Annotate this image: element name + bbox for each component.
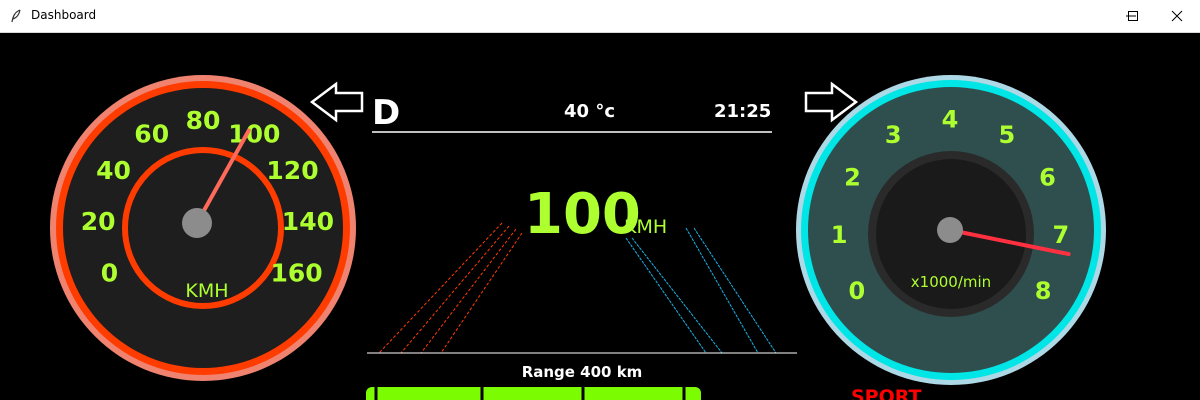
- close-icon: [1171, 10, 1183, 22]
- maximize-icon: [1128, 11, 1138, 21]
- drive-mode: SPORT: [851, 386, 922, 400]
- tachometer-tick-label: 1: [831, 221, 848, 249]
- left-lane-lines: [378, 222, 523, 354]
- tachometer-tick-label: 5: [998, 121, 1015, 149]
- right-lane-lines: [625, 227, 777, 354]
- dashboard-canvas: 0 20 40 60 80 100 120 140 160 KMH D 40 °c 21:25 …: [6, 33, 1194, 400]
- speedometer-tick-label: 160: [271, 259, 323, 288]
- dashboard-svg: 0204060 80 100120140160 KMH D 40 °c 21:25 …: [50, 75, 1106, 400]
- speedometer-tick-label: 60: [134, 119, 169, 148]
- window-title: Dashboard: [31, 8, 97, 22]
- time-readout: 21:25: [714, 101, 771, 122]
- feather-icon: [11, 9, 21, 23]
- left-arrow-icon: [309, 81, 364, 123]
- tachometer-tick-label: 7: [1053, 221, 1070, 249]
- speedometer-tick-label: 140: [282, 207, 334, 236]
- gear-indicator: D: [372, 93, 400, 133]
- speedometer-unit: KMH: [185, 280, 228, 302]
- tachometer-tick-label: 3: [885, 121, 902, 149]
- battery-bar: [366, 387, 701, 400]
- speedometer-tick-label: 100: [228, 119, 280, 148]
- tachometer-tick-label: 0: [849, 277, 866, 305]
- maximize-button[interactable]: [1110, 0, 1156, 32]
- digital-speed-unit: KMH: [624, 216, 667, 238]
- tachometer-unit: x1000/min: [911, 273, 991, 291]
- tachometer-hub: [937, 217, 963, 243]
- range-readout: Range 400 km: [522, 363, 643, 381]
- temperature-readout: 40 °c: [564, 101, 615, 122]
- close-button[interactable]: [1154, 0, 1200, 32]
- speedometer-tick-label: 120: [266, 156, 318, 185]
- speedometer-tick-label: 0: [101, 259, 118, 288]
- tachometer-tick-label: 8: [1035, 277, 1052, 305]
- speedometer-hub: [182, 208, 212, 238]
- tachometer: 01 23 4 56 78 x1000/min: [796, 75, 1106, 385]
- battery-fill: [366, 387, 701, 400]
- tachometer-tick-label: 2: [844, 164, 861, 192]
- speedometer-tick-label: 20: [81, 207, 116, 236]
- speedometer-tick-label: 40: [96, 156, 131, 185]
- speedometer-tick-label: 80: [186, 106, 221, 135]
- title-bar: Dashboard: [0, 0, 1200, 33]
- tachometer-tick-label: 4: [942, 106, 959, 134]
- speedometer: 0 20 4060 80 100 120 140 160 KMH: [50, 75, 356, 381]
- tachometer-tick-label: 6: [1039, 164, 1056, 192]
